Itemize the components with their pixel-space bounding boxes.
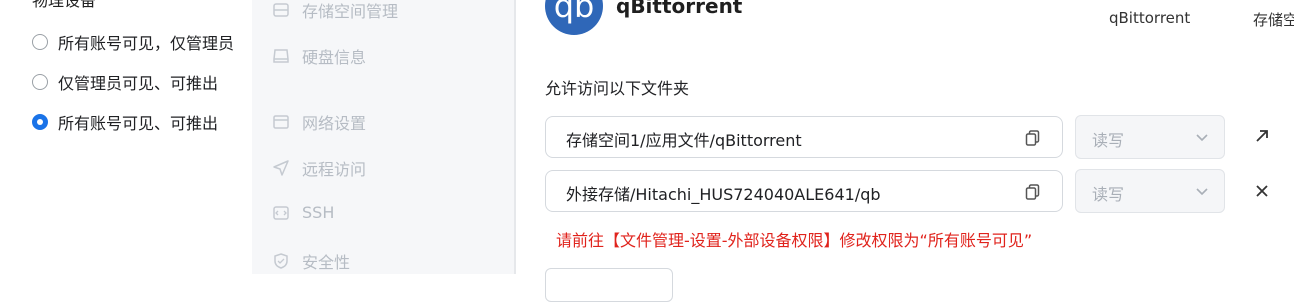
nav-item-disk[interactable]: 硬盘信息 <box>272 44 366 68</box>
radio-option-admin-only[interactable]: 仅管理员可见、可推出 <box>32 70 218 94</box>
code-icon <box>273 205 289 220</box>
copy-icon[interactable] <box>1024 183 1042 201</box>
permission-warning: 请前往【文件管理-设置-外部设备权限】修改权限为“所有账号可见” <box>556 231 1033 250</box>
radio-option-all-visible-admin[interactable]: 所有账号可见，仅管理员 <box>32 30 234 54</box>
folder-path-field[interactable]: 存储空间1/应用文件/qBittorrent <box>545 116 1063 158</box>
arrow-up-right-icon[interactable] <box>1253 127 1271 145</box>
app-logo: qb <box>545 0 603 35</box>
permission-select[interactable]: 读写 <box>1075 115 1225 159</box>
folder-path-field[interactable]: 外接存储/Hitachi_HUS724040ALE641/qb <box>545 170 1063 212</box>
shield-icon <box>274 253 288 269</box>
close-icon[interactable] <box>1253 182 1271 200</box>
send-icon <box>273 160 289 176</box>
folder-path-text: 外接存储/Hitachi_HUS724040ALE641/qb <box>566 185 881 204</box>
nav-item-label: SSH <box>302 203 335 222</box>
radio-label: 仅管理员可见、可推出 <box>58 74 219 93</box>
nav-item-label: 存储空间管理 <box>302 2 399 21</box>
nav-item-network[interactable]: 网络设置 <box>272 110 366 134</box>
radio-button[interactable] <box>32 74 48 90</box>
radio-option-all-visible-eject[interactable]: 所有账号可见、可推出 <box>32 110 218 134</box>
permission-value: 读写 <box>1092 131 1125 150</box>
nav-item-storage[interactable]: 存储空间管理 <box>272 0 398 22</box>
visibility-settings-panel: 物理设备 所有账号可见，仅管理员 仅管理员可见、可推出 所有账号可见、可推出 <box>0 0 252 274</box>
radio-button[interactable] <box>32 34 48 50</box>
nav-item-security[interactable]: 安全性 <box>272 249 350 273</box>
permission-value: 读写 <box>1092 185 1125 204</box>
folder-path-text: 存储空间1/应用文件/qBittorrent <box>566 131 802 150</box>
add-folder-button[interactable] <box>545 268 673 302</box>
section-heading: 物理设备 <box>32 0 97 10</box>
nav-item-label: 硬盘信息 <box>302 48 367 67</box>
nav-item-remote[interactable]: 远程访问 <box>272 156 366 180</box>
disk-icon <box>273 49 289 63</box>
radio-label: 所有账号可见、可推出 <box>58 114 219 133</box>
tab-storage[interactable]: 存储空 <box>1253 9 1294 30</box>
tab-qbittorrent[interactable]: qBittorrent <box>1109 9 1190 27</box>
storage-icon <box>273 3 289 17</box>
permission-select[interactable]: 读写 <box>1075 169 1225 213</box>
radio-label: 所有账号可见，仅管理员 <box>58 34 235 53</box>
nav-item-ssh[interactable]: SSH <box>272 203 334 222</box>
app-title: qBittorrent <box>616 0 743 18</box>
settings-nav: 存储空间管理 硬盘信息 网络设置 远程访问 SSH 安全性 <box>252 0 514 274</box>
chevron-down-icon <box>1196 134 1208 142</box>
chevron-down-icon <box>1196 188 1208 196</box>
nav-item-label: 安全性 <box>302 253 351 272</box>
folder-access-label: 允许访问以下文件夹 <box>545 79 690 98</box>
nav-item-label: 网络设置 <box>302 114 367 133</box>
radio-button-checked[interactable] <box>32 114 48 130</box>
copy-icon[interactable] <box>1024 129 1042 147</box>
app-permission-panel: qb qBittorrent qBittorrent 存储空 允许访问以下文件夹… <box>516 0 1294 302</box>
network-icon <box>273 115 289 129</box>
nav-item-label: 远程访问 <box>302 160 367 179</box>
